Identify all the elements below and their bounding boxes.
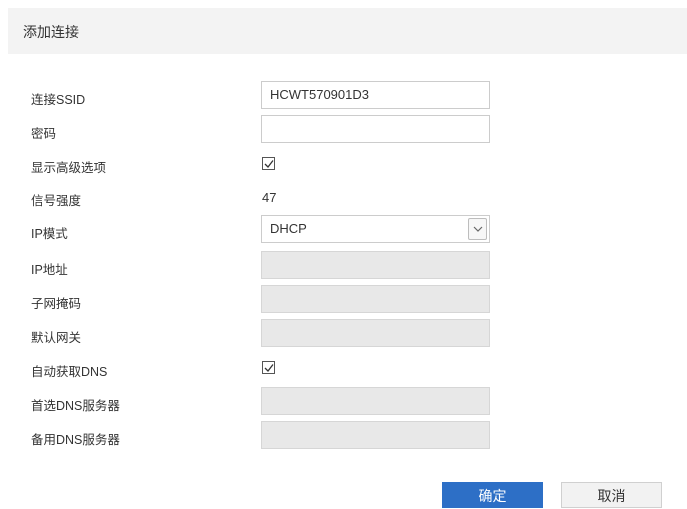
check-icon	[264, 364, 274, 372]
subnet-mask-input	[261, 285, 490, 313]
alternate-dns-label: 备用DNS服务器	[31, 433, 120, 447]
ip-address-row: IP地址	[0, 251, 687, 281]
subnet-mask-label: 子网掩码	[31, 297, 82, 311]
alternate-dns-row: 备用DNS服务器	[0, 421, 687, 451]
confirm-button[interactable]: 确定	[442, 482, 543, 508]
auto-dns-label: 自动获取DNS	[31, 365, 108, 379]
preferred-dns-input	[261, 387, 490, 415]
password-label: 密码	[31, 127, 57, 141]
show-advanced-row: 显示高级选项	[0, 149, 687, 179]
gateway-row: 默认网关	[0, 319, 687, 349]
gateway-label: 默认网关	[31, 331, 82, 345]
subnet-mask-row: 子网掩码	[0, 285, 687, 315]
ip-mode-label: IP模式	[31, 227, 68, 241]
ip-address-input	[261, 251, 490, 279]
add-connection-dialog: 添加连接 连接SSID HCWT570901D3 密码 显示高级选项 信号强度 …	[0, 0, 687, 508]
ssid-row: 连接SSID HCWT570901D3	[0, 81, 687, 111]
chevron-down-icon	[473, 226, 483, 232]
preferred-dns-label: 首选DNS服务器	[31, 399, 120, 413]
password-input[interactable]	[261, 115, 490, 143]
auto-dns-checkbox[interactable]	[262, 361, 275, 374]
check-icon	[264, 160, 274, 168]
dialog-title: 添加连接	[23, 24, 79, 40]
cancel-button[interactable]: 取消	[561, 482, 662, 508]
show-advanced-checkbox[interactable]	[262, 157, 275, 170]
signal-strength-value: 47	[262, 190, 277, 205]
password-row: 密码	[0, 115, 687, 145]
auto-dns-row: 自动获取DNS	[0, 353, 687, 383]
signal-strength-label: 信号强度	[31, 194, 82, 208]
signal-strength-row: 信号强度 47	[0, 182, 687, 212]
ip-mode-selected-value: DHCP	[270, 221, 307, 236]
ip-mode-row: IP模式 DHCP	[0, 215, 687, 245]
gateway-input	[261, 319, 490, 347]
select-dropdown-button[interactable]	[468, 218, 487, 240]
alternate-dns-input	[261, 421, 490, 449]
preferred-dns-row: 首选DNS服务器	[0, 387, 687, 417]
ssid-input[interactable]: HCWT570901D3	[261, 81, 490, 109]
ip-mode-select[interactable]: DHCP	[261, 215, 490, 243]
ssid-label: 连接SSID	[31, 93, 86, 107]
show-advanced-label: 显示高级选项	[31, 161, 107, 175]
ip-address-label: IP地址	[31, 263, 68, 277]
dialog-header: 添加连接	[8, 8, 687, 54]
